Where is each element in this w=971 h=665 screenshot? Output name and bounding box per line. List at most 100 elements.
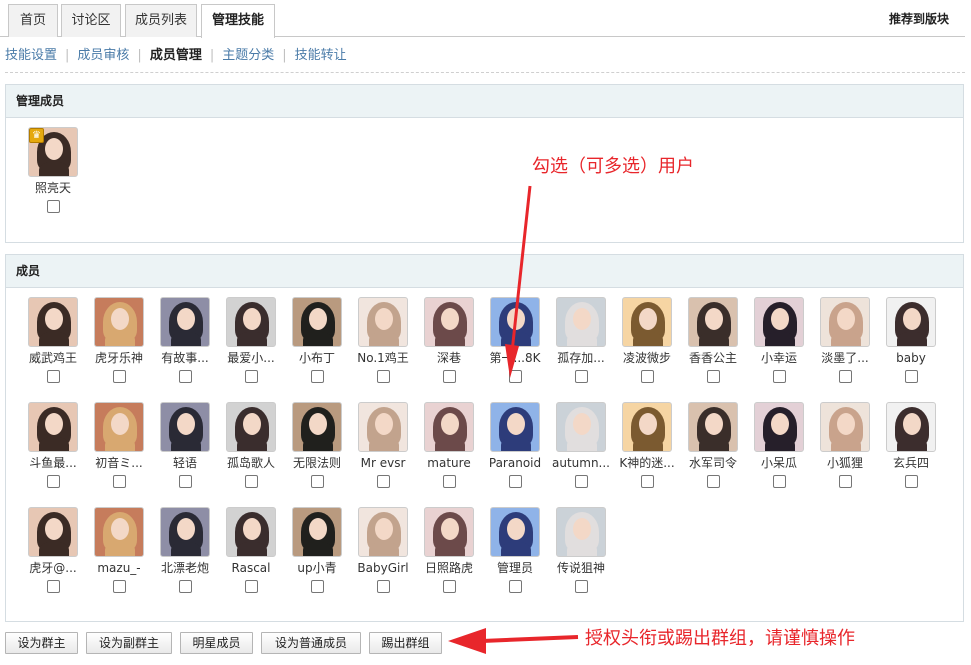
avatar[interactable] [820, 297, 870, 347]
member-name[interactable]: 日照路虎 [416, 560, 482, 576]
avatar[interactable] [160, 297, 210, 347]
member-name[interactable]: 第一...8K [482, 350, 548, 366]
avatar[interactable] [292, 402, 342, 452]
avatar[interactable] [424, 402, 474, 452]
member-checkbox[interactable] [46, 475, 60, 488]
avatar[interactable] [94, 402, 144, 452]
member-checkbox[interactable] [574, 370, 588, 383]
subnav-skill-settings[interactable]: 技能设置 [5, 48, 57, 63]
subnav-member-management[interactable]: 成员管理 [150, 48, 202, 63]
avatar[interactable] [754, 297, 804, 347]
member-name[interactable]: 水军司令 [680, 455, 746, 471]
tab-home[interactable]: 首页 [8, 4, 58, 37]
member-name[interactable]: BabyGirl [350, 560, 416, 576]
avatar[interactable] [556, 297, 606, 347]
avatar[interactable] [94, 507, 144, 557]
star-member-button[interactable]: 明星成员 [180, 632, 253, 654]
member-checkbox[interactable] [838, 370, 852, 383]
set-vice-owner-button[interactable]: 设为副群主 [86, 632, 172, 654]
member-checkbox[interactable] [310, 475, 324, 488]
member-checkbox[interactable] [112, 475, 126, 488]
member-name[interactable]: 轻语 [152, 455, 218, 471]
member-checkbox[interactable] [574, 580, 588, 593]
member-checkbox[interactable] [46, 580, 60, 593]
member-name[interactable]: autumn... [548, 455, 614, 471]
avatar[interactable] [358, 402, 408, 452]
avatar[interactable] [94, 297, 144, 347]
member-checkbox[interactable] [178, 370, 192, 383]
member-name[interactable]: 虎牙乐神 [86, 350, 152, 366]
avatar[interactable] [424, 507, 474, 557]
member-name[interactable]: 最爱小... [218, 350, 284, 366]
member-name[interactable]: 小布丁 [284, 350, 350, 366]
member-checkbox[interactable] [904, 475, 918, 488]
member-name[interactable]: Mr evsr [350, 455, 416, 471]
member-name[interactable]: 小狐狸 [812, 455, 878, 471]
member-checkbox[interactable] [508, 370, 522, 383]
member-name[interactable]: up小青 [284, 560, 350, 576]
manager-checkbox[interactable] [46, 200, 60, 213]
member-checkbox[interactable] [244, 580, 258, 593]
member-checkbox[interactable] [706, 475, 720, 488]
avatar[interactable] [226, 402, 276, 452]
avatar[interactable] [622, 402, 672, 452]
member-name[interactable]: 有故事... [152, 350, 218, 366]
avatar[interactable] [292, 507, 342, 557]
member-name[interactable]: 小幸运 [746, 350, 812, 366]
avatar[interactable] [358, 507, 408, 557]
member-checkbox[interactable] [46, 370, 60, 383]
member-name[interactable]: 威武鸡王 [20, 350, 86, 366]
avatar[interactable] [886, 297, 936, 347]
subnav-topic-categories[interactable]: 主题分类 [222, 48, 274, 63]
member-checkbox[interactable] [442, 580, 456, 593]
member-checkbox[interactable] [442, 475, 456, 488]
avatar[interactable] [556, 507, 606, 557]
member-name[interactable]: 初音ミ... [86, 455, 152, 471]
member-name[interactable]: 虎牙@... [20, 560, 86, 576]
member-checkbox[interactable] [838, 475, 852, 488]
avatar[interactable] [226, 297, 276, 347]
member-checkbox[interactable] [706, 370, 720, 383]
tab-manage-skills[interactable]: 管理技能 [201, 4, 275, 38]
member-checkbox[interactable] [640, 475, 654, 488]
member-name[interactable]: No.1鸡王 [350, 350, 416, 366]
member-name[interactable]: 小呆瓜 [746, 455, 812, 471]
member-checkbox[interactable] [772, 370, 786, 383]
member-checkbox[interactable] [772, 475, 786, 488]
member-name[interactable]: 玄兵四 [878, 455, 944, 471]
avatar[interactable] [820, 402, 870, 452]
avatar[interactable] [754, 402, 804, 452]
member-checkbox[interactable] [310, 580, 324, 593]
member-name[interactable]: 北漂老炮 [152, 560, 218, 576]
member-checkbox[interactable] [376, 370, 390, 383]
set-regular-member-button[interactable]: 设为普通成员 [261, 632, 361, 654]
member-checkbox[interactable] [376, 475, 390, 488]
avatar[interactable] [160, 507, 210, 557]
member-name[interactable]: 凌波微步 [614, 350, 680, 366]
avatar[interactable] [358, 297, 408, 347]
member-name[interactable]: K神的迷... [614, 455, 680, 471]
recommend-to-board-link[interactable]: 推荐到版块 [889, 10, 949, 27]
manager-name[interactable]: 照亮天 [20, 180, 86, 196]
member-name[interactable]: 孤岛歌人 [218, 455, 284, 471]
avatar[interactable] [292, 297, 342, 347]
avatar[interactable] [28, 507, 78, 557]
member-checkbox[interactable] [904, 370, 918, 383]
tab-discussion[interactable]: 讨论区 [61, 4, 121, 37]
member-name[interactable]: Paranoid [482, 455, 548, 471]
member-checkbox[interactable] [244, 475, 258, 488]
avatar[interactable] [226, 507, 276, 557]
avatar[interactable] [622, 297, 672, 347]
kick-from-group-button[interactable]: 踢出群组 [369, 632, 442, 654]
member-name[interactable]: 斗鱼最... [20, 455, 86, 471]
member-name[interactable]: mazu_- [86, 560, 152, 576]
member-checkbox[interactable] [508, 475, 522, 488]
avatar[interactable] [688, 297, 738, 347]
member-name[interactable]: 管理员 [482, 560, 548, 576]
member-name[interactable]: 传说狙神 [548, 560, 614, 576]
avatar[interactable] [886, 402, 936, 452]
member-name[interactable]: Rascal [218, 560, 284, 576]
member-name[interactable]: 香香公主 [680, 350, 746, 366]
avatar[interactable]: ♛ [28, 127, 78, 177]
avatar[interactable] [160, 402, 210, 452]
